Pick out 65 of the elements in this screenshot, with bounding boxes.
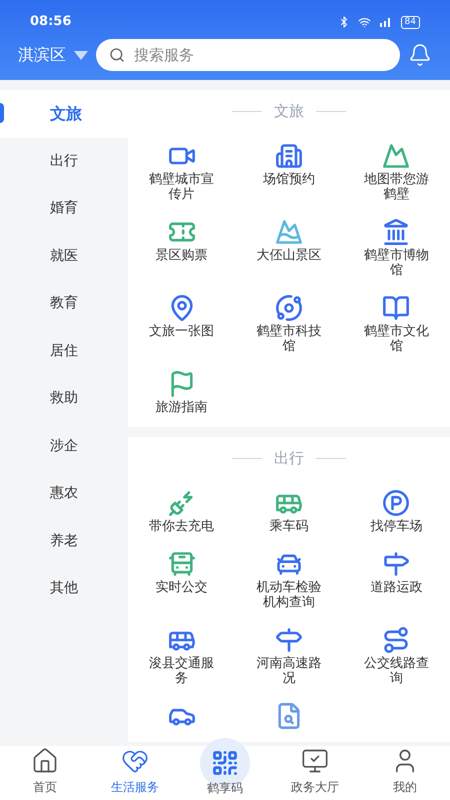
dropdown-icon[interactable] (74, 50, 88, 60)
sidebar-item[interactable]: 居住 (0, 328, 128, 375)
sidebar-item[interactable]: 养老 (0, 518, 128, 565)
clock: 08:56 (30, 13, 72, 32)
service-label[interactable]: 鹤壁市科技馆 (254, 324, 324, 354)
tab[interactable]: 生活服务 (90, 746, 180, 800)
sidebar-item[interactable]: 教育 (0, 280, 128, 328)
sidebar-item[interactable]: 出行 (0, 138, 128, 185)
service-label[interactable]: 带你去充电 (146, 519, 217, 534)
section-title: 出行 (274, 448, 304, 469)
service-label[interactable]: 机动车检验机构查询 (254, 580, 324, 610)
tab[interactable]: 政务大厅 (270, 746, 360, 800)
tab-label: 首页 (33, 779, 57, 796)
tab-label: 政务大厅 (291, 779, 339, 796)
mountain-icon[interactable] (382, 142, 410, 170)
service-label[interactable]: 乘车码 (254, 519, 324, 534)
home-icon (31, 747, 59, 775)
service-label[interactable]: 场馆预约 (254, 172, 324, 187)
district-label[interactable]: 淇滨区 (18, 43, 66, 67)
service-label[interactable]: 公交线路查询 (361, 656, 432, 686)
service-label[interactable]: 浚县交通服务 (146, 656, 217, 686)
service-label[interactable]: 找停车场 (361, 519, 432, 534)
bell-icon[interactable] (408, 43, 432, 67)
building-icon[interactable] (274, 142, 303, 170)
search-icon (109, 47, 125, 63)
bus-icon[interactable] (168, 550, 196, 578)
tab[interactable]: 我的 (360, 746, 450, 800)
tab-label: 生活服务 (111, 779, 159, 796)
sidebar-item[interactable]: 文旅 (0, 90, 128, 138)
sidebar-item[interactable]: 惠农 (0, 470, 128, 518)
signpost-icon[interactable] (274, 626, 303, 654)
tab[interactable]: 首页 (0, 746, 90, 800)
sidebar-item[interactable]: 涉企 (0, 422, 128, 470)
road-sign-icon[interactable] (382, 550, 410, 578)
wifi-icon (358, 16, 371, 28)
service-label[interactable]: 河南高速路况 (254, 656, 324, 686)
route-icon[interactable] (382, 626, 410, 654)
landmark-icon[interactable] (382, 218, 410, 246)
orbit-icon[interactable] (274, 294, 303, 322)
sidebar-item[interactable]: 救助 (0, 375, 128, 422)
book-icon[interactable] (382, 294, 410, 322)
search-field[interactable]: 搜索服务 (96, 39, 400, 71)
battery-indicator: 84 (400, 16, 420, 28)
service-label[interactable]: 地图带您游鹤壁 (361, 172, 432, 202)
selection-indicator (0, 103, 4, 123)
service-label[interactable]: 文旅一张图 (146, 324, 217, 339)
service-label[interactable]: 鹤壁市文化馆 (361, 324, 432, 354)
service-label[interactable]: 鹤壁城市宣传片 (146, 172, 217, 202)
signal-icon (378, 17, 393, 27)
service-label[interactable]: 大伾山景区 (254, 248, 324, 263)
sidebar-item[interactable]: 婚育 (0, 185, 128, 232)
service-label[interactable]: 景区购票 (146, 248, 217, 263)
service-label[interactable]: 鹤壁市博物馆 (361, 248, 432, 278)
service-label[interactable]: 道路运政 (361, 580, 432, 595)
monitor-icon (301, 747, 329, 775)
tab-label: 我的 (393, 779, 417, 796)
sidebar-item[interactable]: 就医 (0, 232, 128, 280)
service-label[interactable]: 实时公交 (146, 580, 217, 595)
parking-icon[interactable] (382, 489, 410, 517)
qr-code-icon (211, 749, 239, 777)
tab-label: 鹤享码 (207, 780, 243, 797)
section-title: 文旅 (274, 100, 304, 122)
sidebar-item[interactable]: 其他 (0, 565, 128, 612)
service-label[interactable]: 旅游指南 (146, 400, 217, 415)
tab[interactable]: 鹤享码 (180, 732, 270, 800)
